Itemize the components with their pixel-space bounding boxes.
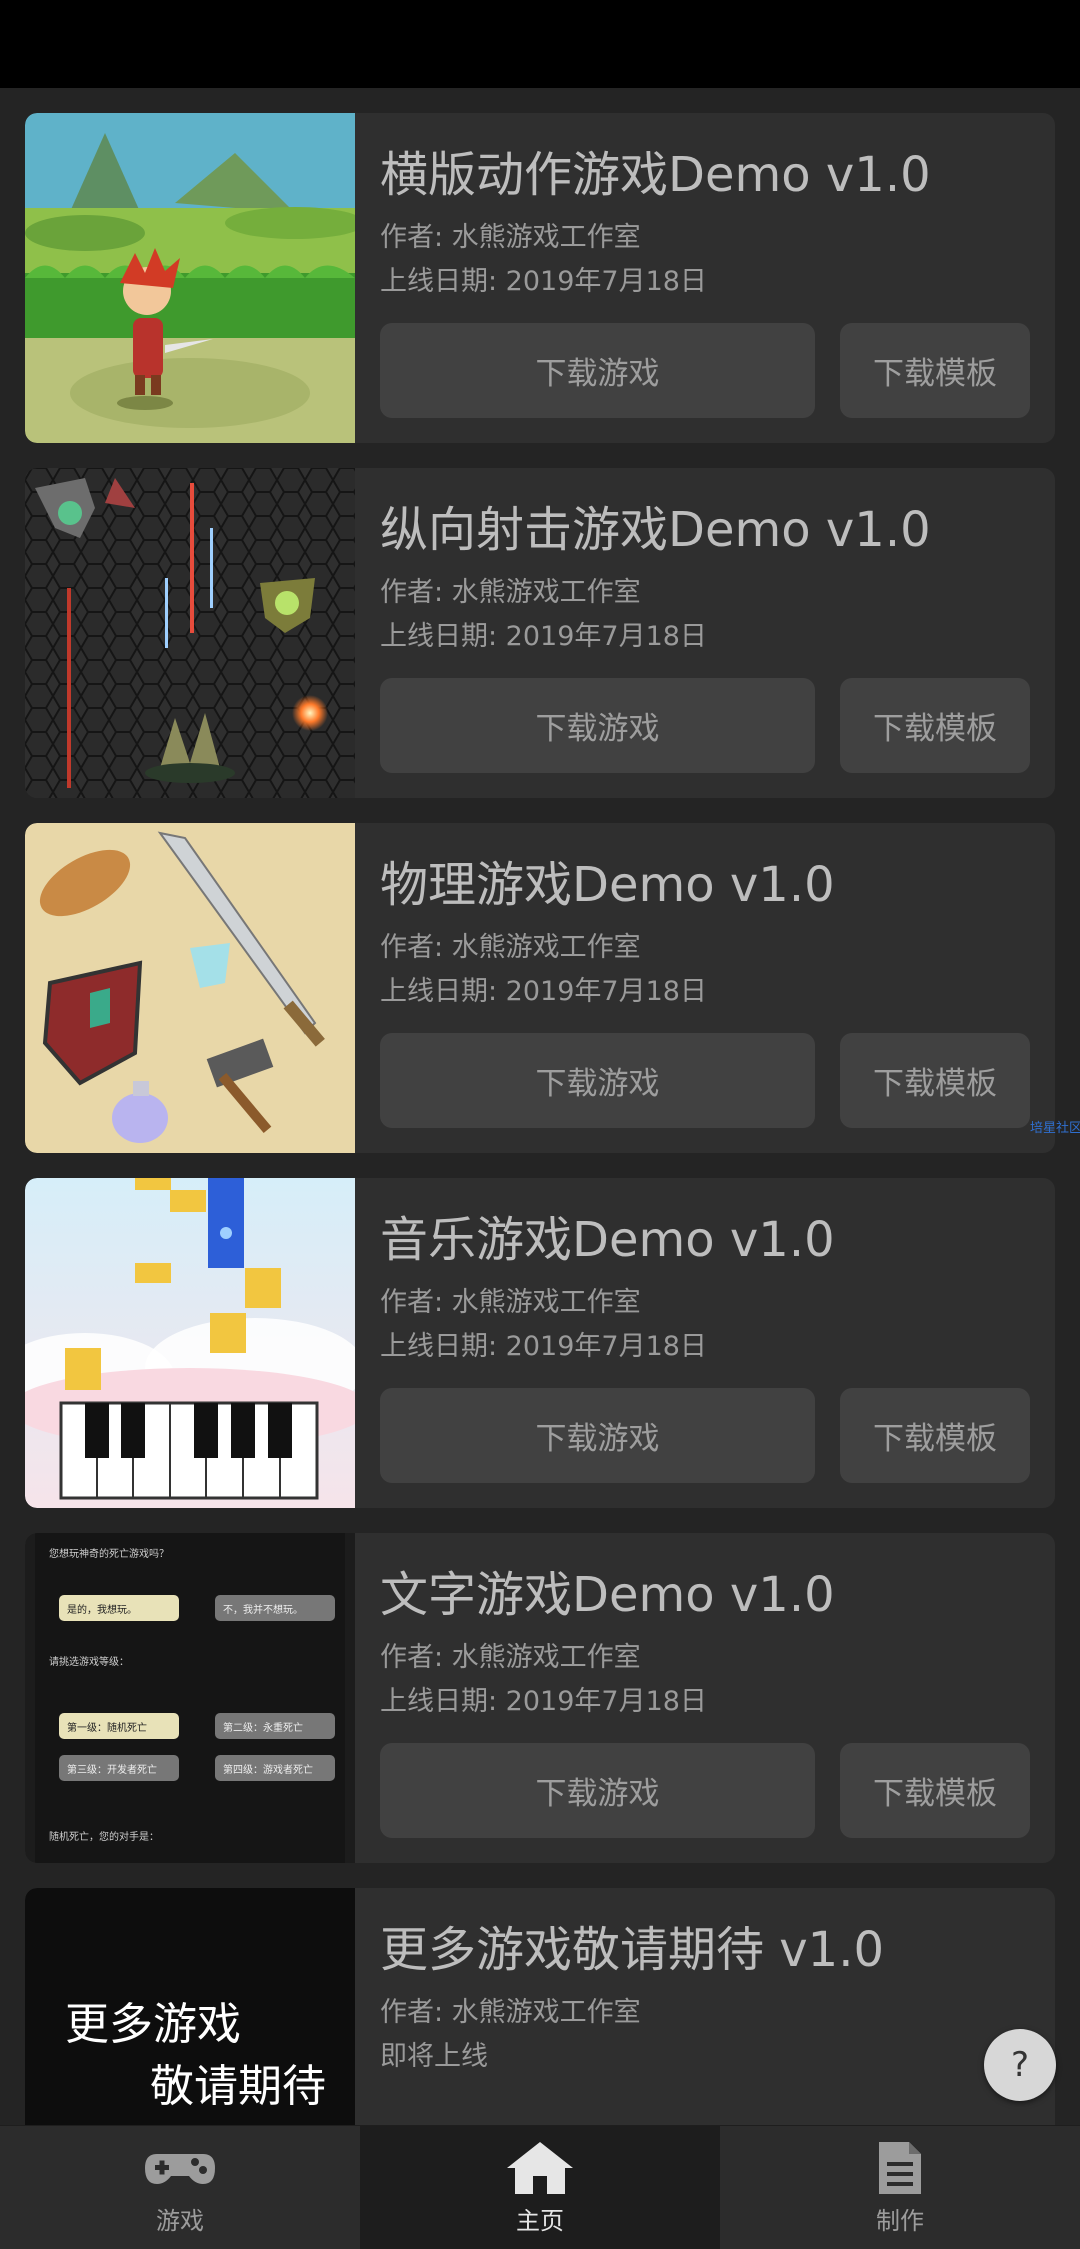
game-author: 作者: 水熊游戏工作室 <box>380 932 641 963</box>
game-title: 横版动作游戏Demo v1.0 <box>380 147 931 203</box>
bottom-nav: 游戏 主页 制作 <box>0 2125 1080 2249</box>
download-game-button[interactable]: 下载游戏 <box>380 1033 815 1128</box>
nav-label: 制作 <box>876 2207 924 2235</box>
more-games-line1: 更多游戏 <box>65 1999 241 2050</box>
game-title: 文字游戏Demo v1.0 <box>380 1567 835 1623</box>
side-scroller-art <box>25 113 355 443</box>
game-card[interactable]: 您想玩神奇的死亡游戏吗？ 是的，我想玩。 不，我并不想玩。 请挑选游戏等级： 第… <box>25 1533 1055 1863</box>
game-title: 纵向射击游戏Demo v1.0 <box>380 502 931 558</box>
game-card[interactable]: 物理游戏Demo v1.0 作者: 水熊游戏工作室 上线日期: 2019年7月1… <box>25 823 1055 1153</box>
download-template-button[interactable]: 下载模板 <box>840 678 1030 773</box>
game-thumbnail[interactable] <box>25 823 355 1153</box>
game-author: 作者: 水熊游戏工作室 <box>380 577 641 608</box>
release-date: 上线日期: 2019年7月18日 <box>380 266 707 297</box>
game-author: 作者: 水熊游戏工作室 <box>380 222 641 253</box>
game-card[interactable]: 纵向射击游戏Demo v1.0 作者: 水熊游戏工作室 上线日期: 2019年7… <box>25 468 1055 798</box>
download-game-button[interactable]: 下载游戏 <box>380 1743 815 1838</box>
preview-yes-option: 是的，我想玩。 <box>59 1595 179 1621</box>
preview-result: 随机死亡，您的对手是： <box>49 1832 159 1843</box>
music-art <box>25 1178 355 1508</box>
game-list[interactable]: 横版动作游戏Demo v1.0 作者: 水熊游戏工作室 上线日期: 2019年7… <box>0 88 1080 2125</box>
gamepad-icon <box>143 2139 217 2197</box>
preview-level-4: 第四级：游戏者死亡 <box>215 1755 335 1781</box>
download-game-button[interactable]: 下载游戏 <box>380 678 815 773</box>
release-date: 上线日期: 2019年7月18日 <box>380 621 707 652</box>
game-thumbnail[interactable]: 更多游戏 敬请期待 <box>25 1888 355 2125</box>
preview-level-3: 第三级：开发者死亡 <box>59 1755 179 1781</box>
more-games-line2: 敬请期待 <box>150 2061 326 2112</box>
download-game-button[interactable]: 下载游戏 <box>380 323 815 418</box>
release-date: 上线日期: 2019年7月18日 <box>380 976 707 1007</box>
preview-question: 您想玩神奇的死亡游戏吗？ <box>49 1549 169 1560</box>
game-author: 作者: 水熊游戏工作室 <box>380 1997 641 2028</box>
release-date: 上线日期: 2019年7月18日 <box>380 1686 707 1717</box>
shooter-art <box>25 468 355 798</box>
home-icon <box>505 2139 575 2197</box>
game-title: 更多游戏敬请期待 v1.0 <box>380 1922 885 1978</box>
text-game-preview: 您想玩神奇的死亡游戏吗？ 是的，我想玩。 不，我并不想玩。 请挑选游戏等级： 第… <box>35 1533 345 1863</box>
document-icon <box>875 2139 925 2197</box>
download-game-button[interactable]: 下载游戏 <box>380 1388 815 1483</box>
game-thumbnail[interactable] <box>25 468 355 798</box>
help-button[interactable]: ? <box>984 2029 1056 2101</box>
nav-label: 主页 <box>516 2207 564 2235</box>
preview-no-option: 不，我并不想玩。 <box>215 1595 335 1621</box>
status-bar <box>0 0 1080 88</box>
download-template-button[interactable]: 下载模板 <box>840 323 1030 418</box>
release-date: 上线日期: 2019年7月18日 <box>380 1331 707 1362</box>
preview-level-2: 第二级：永重死亡 <box>215 1713 335 1739</box>
preview-choose-level: 请挑选游戏等级： <box>49 1657 129 1668</box>
game-thumbnail[interactable]: 您想玩神奇的死亡游戏吗？ 是的，我想玩。 不，我并不想玩。 请挑选游戏等级： 第… <box>25 1533 355 1863</box>
preview-level-1: 第一级：随机死亡 <box>59 1713 179 1739</box>
game-author: 作者: 水熊游戏工作室 <box>380 1287 641 1318</box>
release-date: 即将上线 <box>380 2041 488 2072</box>
nav-home[interactable]: 主页 <box>360 2126 720 2249</box>
download-template-button[interactable]: 下载模板 <box>840 1388 1030 1483</box>
game-thumbnail[interactable] <box>25 113 355 443</box>
watermark: 培星社区 <box>1030 1121 1080 1136</box>
game-card[interactable]: 音乐游戏Demo v1.0 作者: 水熊游戏工作室 上线日期: 2019年7月1… <box>25 1178 1055 1508</box>
download-template-button[interactable]: 下载模板 <box>840 1033 1030 1128</box>
nav-label: 游戏 <box>156 2207 204 2235</box>
game-card[interactable]: 更多游戏 敬请期待 更多游戏敬请期待 v1.0 作者: 水熊游戏工作室 即将上线 <box>25 1888 1055 2125</box>
nav-games[interactable]: 游戏 <box>0 2126 360 2249</box>
game-thumbnail[interactable] <box>25 1178 355 1508</box>
download-template-button[interactable]: 下载模板 <box>840 1743 1030 1838</box>
game-card[interactable]: 横版动作游戏Demo v1.0 作者: 水熊游戏工作室 上线日期: 2019年7… <box>25 113 1055 443</box>
physics-art <box>25 823 355 1153</box>
game-title: 物理游戏Demo v1.0 <box>380 857 835 913</box>
nav-create[interactable]: 制作 <box>720 2126 1080 2249</box>
game-author: 作者: 水熊游戏工作室 <box>380 1642 641 1673</box>
game-title: 音乐游戏Demo v1.0 <box>380 1212 835 1268</box>
